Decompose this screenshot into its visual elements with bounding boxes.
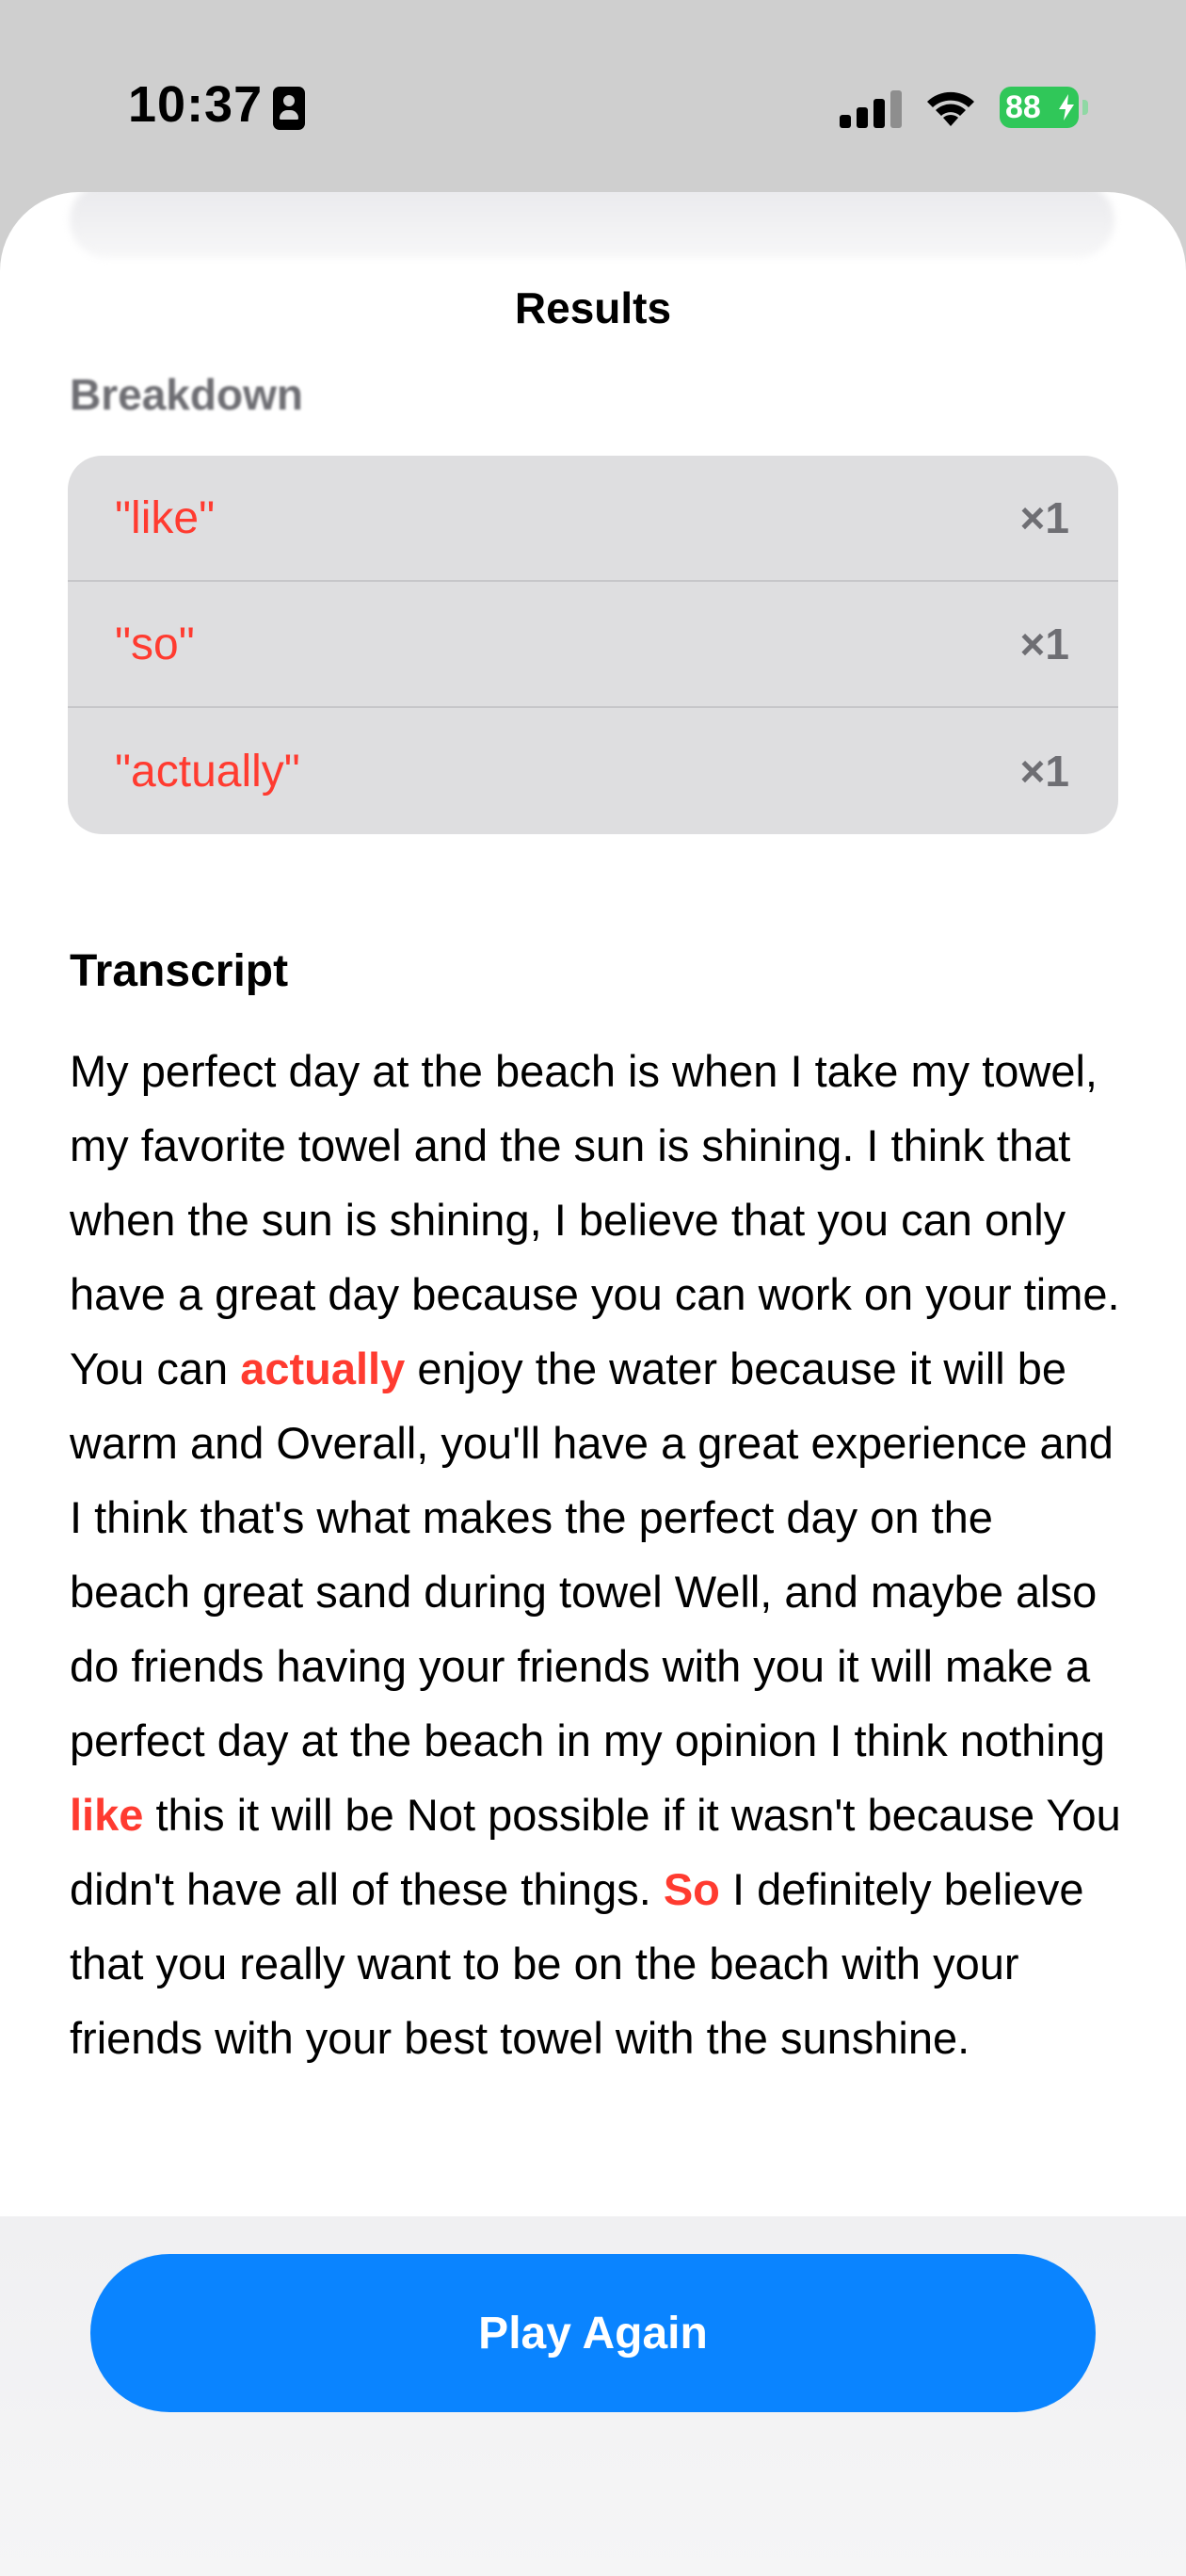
filler-word: "like" bbox=[115, 492, 216, 543]
breakdown-row-like: "like" ×1 bbox=[68, 456, 1118, 582]
status-time: 10:37 bbox=[128, 76, 264, 133]
transcript-filler-word: So bbox=[663, 1864, 720, 1914]
transcript-text: My perfect day at the beach is when I ta… bbox=[70, 1034, 1124, 2075]
filler-count: ×1 bbox=[1019, 493, 1069, 542]
sheet-title: Results bbox=[514, 283, 672, 332]
breakdown-list: "like" ×1 "so" ×1 "actually" ×1 bbox=[68, 456, 1118, 834]
scrolled-content-fade bbox=[70, 192, 1114, 258]
filler-word: "so" bbox=[115, 619, 195, 669]
breakdown-row-so: "so" ×1 bbox=[68, 582, 1118, 708]
cellular-signal-icon bbox=[840, 90, 902, 128]
charging-bolt-icon bbox=[1059, 94, 1074, 121]
transcript-segment: My perfect day at the beach is when I ta… bbox=[70, 1046, 1120, 1393]
bottom-action-bar: Play Again bbox=[0, 2216, 1186, 2576]
transcript-heading: Transcript bbox=[70, 946, 289, 996]
battery-cap bbox=[1082, 100, 1088, 115]
transcript-filler-word: actually bbox=[240, 1344, 406, 1393]
status-bar: 10:37 88 bbox=[0, 0, 1186, 188]
play-again-button[interactable]: Play Again bbox=[90, 2254, 1096, 2412]
filler-word: "actually" bbox=[115, 746, 300, 797]
transcript-filler-word: like bbox=[70, 1790, 144, 1840]
filler-count: ×1 bbox=[1019, 620, 1069, 668]
contact-card-icon bbox=[273, 87, 305, 130]
breakdown-row-actually: "actually" ×1 bbox=[68, 708, 1118, 834]
transcript-segment: enjoy the water because it will be warm … bbox=[70, 1344, 1114, 1765]
wifi-icon bbox=[927, 91, 974, 126]
breakdown-heading: Breakdown bbox=[70, 370, 303, 419]
battery-icon: 88 bbox=[1000, 87, 1088, 128]
filler-count: ×1 bbox=[1019, 747, 1069, 796]
